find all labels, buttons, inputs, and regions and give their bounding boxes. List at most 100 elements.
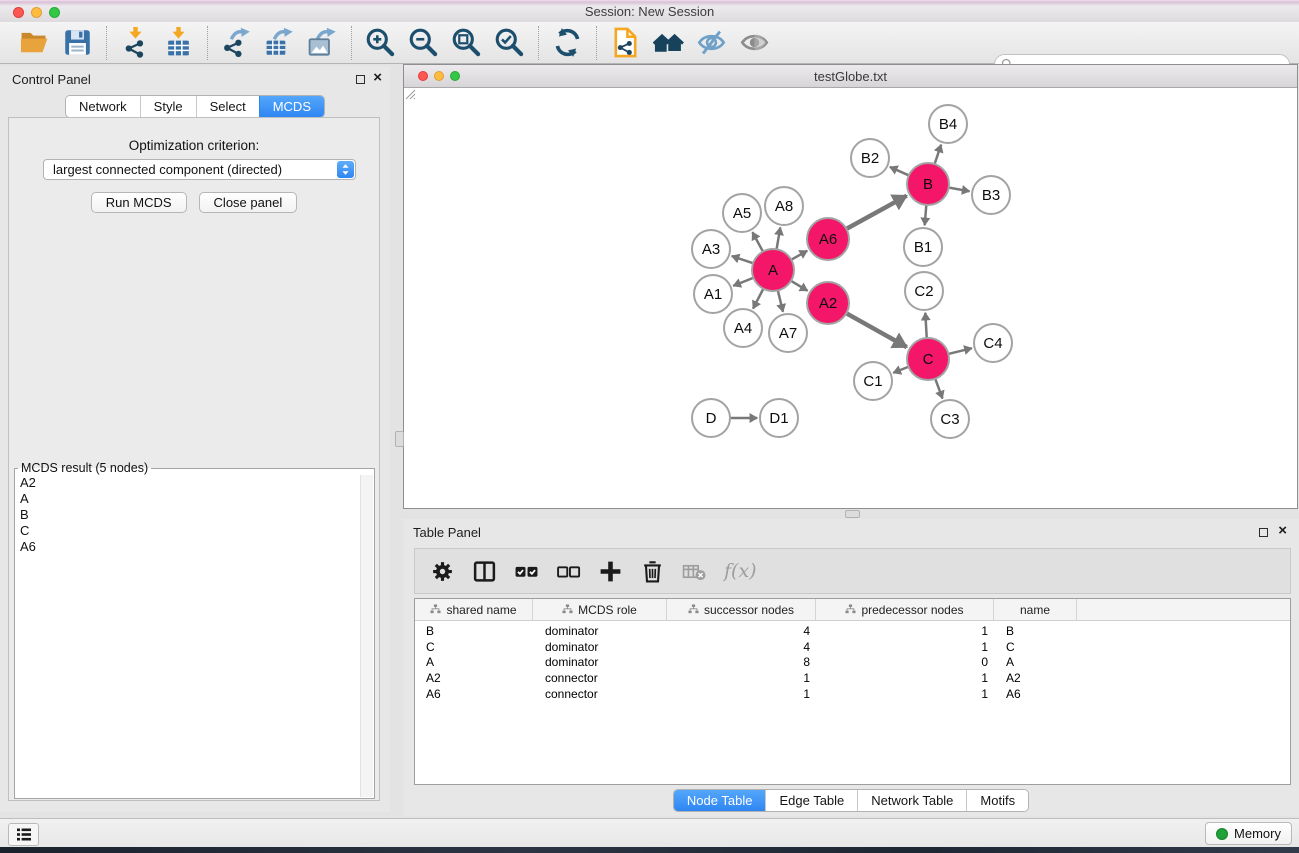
tab-mcds[interactable]: MCDS bbox=[259, 96, 324, 117]
mcds-result-item[interactable]: A bbox=[16, 491, 360, 507]
refresh-icon[interactable] bbox=[552, 27, 583, 58]
show-details-icon[interactable] bbox=[739, 27, 770, 58]
tab-edge-table[interactable]: Edge Table bbox=[765, 790, 857, 811]
table-row[interactable]: A2connector11A2 bbox=[415, 671, 1290, 687]
open-folder-icon[interactable] bbox=[19, 27, 50, 58]
edge-A-A1[interactable] bbox=[733, 277, 754, 286]
table-cell[interactable]: 1 bbox=[667, 671, 816, 687]
edge-B-B4[interactable] bbox=[934, 145, 941, 165]
run-mcds-button[interactable]: Run MCDS bbox=[91, 192, 187, 213]
table-cell[interactable]: connector bbox=[533, 687, 667, 703]
node-A2[interactable]: A2 bbox=[807, 282, 849, 324]
edge-A-A4[interactable] bbox=[753, 288, 764, 309]
column-header-name[interactable]: name bbox=[994, 599, 1077, 620]
node-C[interactable]: C bbox=[907, 338, 949, 380]
table-cell[interactable]: A bbox=[994, 655, 1077, 671]
table-row[interactable]: Cdominator41C bbox=[415, 640, 1290, 656]
home-icon[interactable] bbox=[653, 27, 684, 58]
edge-C-C3[interactable] bbox=[935, 378, 943, 399]
add-icon[interactable] bbox=[598, 559, 623, 584]
table-cell[interactable]: A6 bbox=[415, 687, 533, 703]
export-network-icon[interactable] bbox=[221, 27, 252, 58]
node-B2[interactable]: B2 bbox=[851, 139, 889, 177]
table-cell[interactable]: C bbox=[415, 640, 533, 656]
node-B1[interactable]: B1 bbox=[904, 228, 942, 266]
zoom-fit-icon[interactable] bbox=[451, 27, 482, 58]
columns-icon[interactable] bbox=[472, 559, 497, 584]
zoom-out-icon[interactable] bbox=[408, 27, 439, 58]
node-B[interactable]: B bbox=[907, 163, 949, 205]
edge-A-A2[interactable] bbox=[790, 280, 808, 291]
edge-A-A8[interactable] bbox=[776, 227, 780, 250]
node-A6[interactable]: A6 bbox=[807, 218, 849, 260]
column-header-mcds-role[interactable]: MCDS role bbox=[533, 599, 667, 620]
zoom-in-icon[interactable] bbox=[365, 27, 396, 58]
node-A1[interactable]: A1 bbox=[694, 275, 732, 313]
vertical-split-handle[interactable] bbox=[395, 431, 404, 447]
clone-network-icon[interactable] bbox=[610, 27, 641, 58]
table-cell[interactable]: A2 bbox=[994, 671, 1077, 687]
node-B4[interactable]: B4 bbox=[929, 105, 967, 143]
node-A7[interactable]: A7 bbox=[769, 314, 807, 352]
table-cell[interactable]: dominator bbox=[533, 624, 667, 640]
tab-network-table[interactable]: Network Table bbox=[857, 790, 966, 811]
edge-B-B3[interactable] bbox=[948, 187, 970, 191]
edge-A-A7[interactable] bbox=[778, 290, 783, 312]
tab-motifs[interactable]: Motifs bbox=[966, 790, 1028, 811]
deselect-all-icon[interactable] bbox=[556, 559, 581, 584]
edge-C-C4[interactable] bbox=[947, 348, 972, 354]
edge-A-A6[interactable] bbox=[790, 251, 807, 261]
close-panel-icon[interactable]: × bbox=[373, 69, 382, 87]
hide-details-icon[interactable] bbox=[696, 27, 727, 58]
edge-C-C1[interactable] bbox=[893, 366, 909, 373]
mcds-result-item[interactable]: A2 bbox=[16, 475, 360, 491]
import-network-icon[interactable] bbox=[120, 27, 151, 58]
edge-B-B2[interactable] bbox=[890, 167, 910, 176]
table-row[interactable]: Bdominator41B bbox=[415, 624, 1290, 640]
node-A8[interactable]: A8 bbox=[765, 187, 803, 225]
mcds-result-item[interactable]: C bbox=[16, 523, 360, 539]
select-all-icon[interactable] bbox=[514, 559, 539, 584]
mcds-result-item[interactable]: A6 bbox=[16, 539, 360, 555]
table-row[interactable]: A6connector11A6 bbox=[415, 687, 1290, 703]
import-table-icon[interactable] bbox=[163, 27, 194, 58]
node-A[interactable]: A bbox=[752, 249, 794, 291]
node-D1[interactable]: D1 bbox=[760, 399, 798, 437]
delete-icon[interactable] bbox=[640, 559, 665, 584]
table-row[interactable]: Adominator80A bbox=[415, 655, 1290, 671]
node-A5[interactable]: A5 bbox=[723, 194, 761, 232]
table-cell[interactable]: 1 bbox=[816, 671, 994, 687]
table-cell[interactable]: 4 bbox=[667, 624, 816, 640]
table-cell[interactable]: A bbox=[415, 655, 533, 671]
zoom-selected-icon[interactable] bbox=[494, 27, 525, 58]
float-panel-icon[interactable] bbox=[356, 75, 365, 84]
table-close-panel-icon[interactable]: × bbox=[1278, 522, 1287, 540]
table-cell[interactable]: dominator bbox=[533, 640, 667, 656]
network-graph[interactable]: AA1A2A3A4A5A6A7A8BB1B2B3B4CC1C2C3C4DD1 bbox=[404, 88, 1297, 508]
table-cell[interactable]: A6 bbox=[994, 687, 1077, 703]
export-image-icon[interactable] bbox=[307, 27, 338, 58]
table-float-panel-icon[interactable] bbox=[1259, 528, 1268, 537]
tab-select[interactable]: Select bbox=[196, 96, 259, 117]
node-C2[interactable]: C2 bbox=[905, 272, 943, 310]
edge-A2-C[interactable] bbox=[846, 313, 907, 347]
table-cell[interactable]: 1 bbox=[816, 687, 994, 703]
column-header-successor-nodes[interactable]: successor nodes bbox=[667, 599, 816, 620]
node-C3[interactable]: C3 bbox=[931, 400, 969, 438]
edge-A-A5[interactable] bbox=[752, 232, 763, 252]
result-scrollbar[interactable] bbox=[360, 475, 373, 797]
close-panel-button[interactable]: Close panel bbox=[199, 192, 298, 213]
table-cell[interactable]: connector bbox=[533, 671, 667, 687]
table-cell[interactable]: dominator bbox=[533, 655, 667, 671]
node-A3[interactable]: A3 bbox=[692, 230, 730, 268]
edge-A-A3[interactable] bbox=[732, 256, 755, 264]
table-cell[interactable]: B bbox=[415, 624, 533, 640]
function-builder-icon[interactable]: f(x) bbox=[724, 560, 757, 582]
node-B3[interactable]: B3 bbox=[972, 176, 1010, 214]
tab-network[interactable]: Network bbox=[66, 96, 140, 117]
table-cell[interactable]: 1 bbox=[816, 624, 994, 640]
table-cell[interactable]: A2 bbox=[415, 671, 533, 687]
mcds-result-list[interactable]: A2ABCA6 bbox=[16, 475, 360, 797]
task-history-button[interactable] bbox=[8, 823, 39, 846]
memory-button[interactable]: Memory bbox=[1205, 822, 1292, 845]
